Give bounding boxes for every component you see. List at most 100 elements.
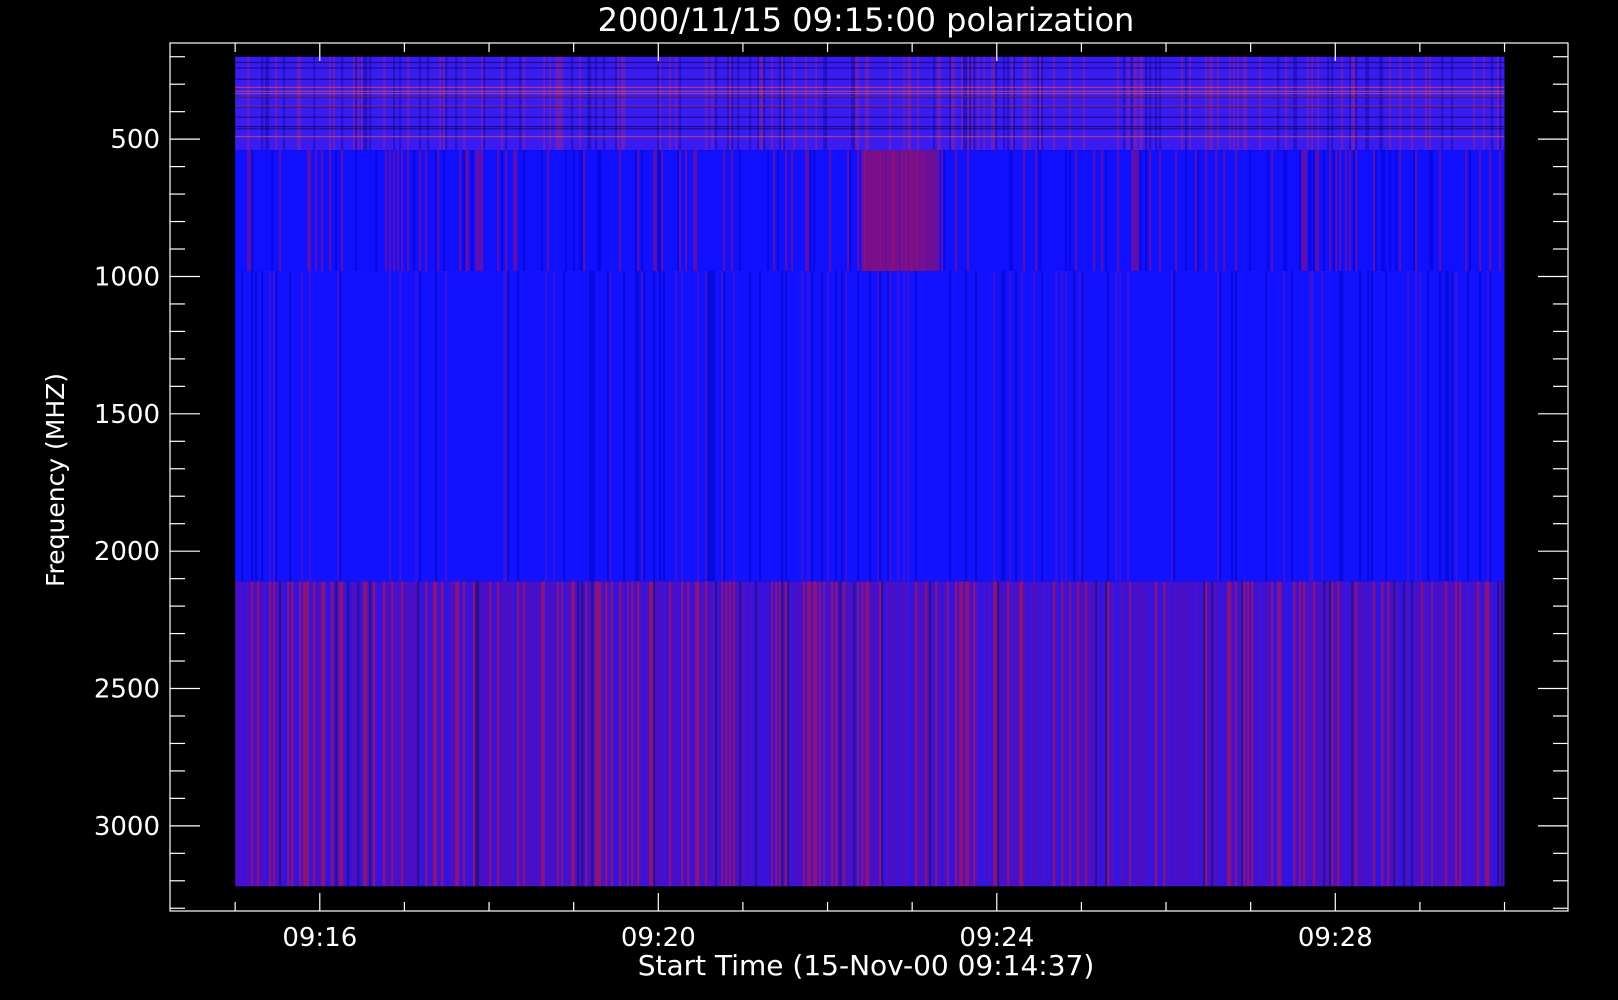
spectrum-streak (899, 150, 902, 271)
spectrum-streak (401, 150, 404, 271)
spectrum-streak (597, 150, 600, 271)
spectrum-streak (1291, 270, 1294, 582)
spectrum-streak (637, 270, 640, 582)
spectrum-streak (721, 581, 724, 887)
spectrum-streak (369, 581, 372, 887)
spectrum-streak (1321, 270, 1324, 582)
spectrum-streak (1379, 581, 1382, 887)
spectrum-streak (1275, 581, 1278, 887)
channel-line (235, 92, 1505, 95)
spectrum-streak (1035, 150, 1038, 271)
spectrum-streak (573, 150, 576, 271)
spectrum-streak (347, 581, 350, 887)
spectrum-streak (835, 270, 838, 582)
spectrum-streak (855, 581, 858, 887)
spectrum-streak (847, 150, 850, 271)
spectrum-streak (435, 150, 438, 271)
spectrum-streak (1339, 150, 1342, 271)
spectrum-streak (959, 581, 962, 887)
dynamic-spectrum-chart: 09:16 09:20 09:24 09:2850010001500200025003… (41, 1, 1569, 982)
spectrum-streak (1323, 150, 1326, 271)
spectrum-streak (1431, 150, 1434, 271)
spectrum-streak (1095, 581, 1098, 887)
spectrum-streak (447, 581, 450, 887)
spectrum-streak (975, 270, 978, 582)
spectrum-streak (497, 581, 500, 887)
spectrum-streak (335, 581, 338, 887)
spectrum-streak (1127, 270, 1130, 582)
spectrum-streak (1235, 270, 1238, 582)
spectrum-streak (589, 270, 592, 582)
channel-line (235, 128, 1505, 130)
spectrum-streak (1155, 581, 1158, 887)
spectrum-streak (1197, 150, 1200, 271)
spectrum-streak (437, 150, 440, 271)
spectrum-streak (883, 150, 886, 271)
spectrum-streak (1499, 150, 1502, 271)
spectrum-streak (923, 150, 926, 271)
spectrum-streak (341, 150, 344, 271)
spectrum-streak (879, 581, 882, 887)
spectrum-streak (269, 581, 272, 887)
y-tick-label: 2000 (94, 537, 160, 567)
spectrum-streak (1211, 581, 1214, 887)
spectrum-streak (675, 270, 678, 582)
spectrum-streak (287, 581, 290, 887)
spectrum-streak (1381, 581, 1384, 887)
spectrum-streak (897, 150, 900, 271)
spectrum-streak (903, 150, 906, 271)
spectrum-streak (907, 150, 910, 271)
chart-title: 2000/11/15 09:15:00 polarization (598, 1, 1135, 39)
spectrum-streak (739, 581, 742, 887)
spectrum-streak (1283, 270, 1286, 582)
spectrum-streak (553, 270, 556, 582)
spectrum-streak (273, 581, 276, 887)
spectrum-streak (949, 270, 952, 582)
spectrum-streak (591, 270, 594, 582)
spectrum-streak (339, 581, 342, 887)
spectrum-streak (507, 270, 510, 582)
spectrum-streak (933, 150, 936, 271)
spectrum-streak (1415, 270, 1418, 582)
spectrum-streak (1343, 581, 1346, 887)
spectrum-streak (715, 581, 718, 887)
spectrum-streak (1285, 581, 1288, 887)
spectrum-streak (1429, 150, 1432, 271)
spectrum-streak (649, 581, 652, 887)
spectrum-streak (853, 581, 856, 887)
spectrum-streak (1131, 581, 1134, 887)
spectrum-streak (719, 581, 722, 887)
spectrum-streak (303, 581, 306, 887)
y-tick-label: 500 (110, 125, 160, 155)
spectrum-streak (345, 581, 348, 887)
x-tick-label: 09:28 (1298, 923, 1373, 953)
spectrum-streak (1071, 581, 1074, 887)
spectrum-streak (1217, 270, 1220, 582)
spectrum-streak (619, 581, 622, 887)
spectrum-streak (779, 581, 782, 887)
spectrum-streak (1235, 150, 1238, 271)
spectrum-streak (773, 581, 776, 887)
spectrum-streak (1061, 581, 1064, 887)
channel-line (235, 67, 1505, 69)
spectrum-streak (1009, 270, 1012, 582)
spectrum-streak (1011, 150, 1014, 271)
spectrum-streak (925, 581, 928, 887)
spectrum-streak (887, 270, 890, 582)
spectrum-streak (1387, 581, 1390, 887)
spectrum-streak (1439, 150, 1442, 271)
spectrum-streak (1335, 150, 1338, 271)
spectrum-streak (1081, 270, 1084, 582)
spectrum-streak (871, 150, 874, 271)
spectrum-streak (1337, 581, 1340, 887)
spectrum-streak (419, 270, 422, 582)
spectrum-streak (867, 150, 870, 271)
spectrum-streak (469, 581, 472, 887)
spectrum-streak (1027, 581, 1030, 887)
channel-line (235, 78, 1505, 80)
spectrum-streak (935, 150, 938, 271)
spectrum-streak (943, 150, 946, 271)
channel-line (235, 90, 1505, 92)
spectrum-streak (1373, 150, 1376, 271)
spectrum-streak (523, 581, 526, 887)
